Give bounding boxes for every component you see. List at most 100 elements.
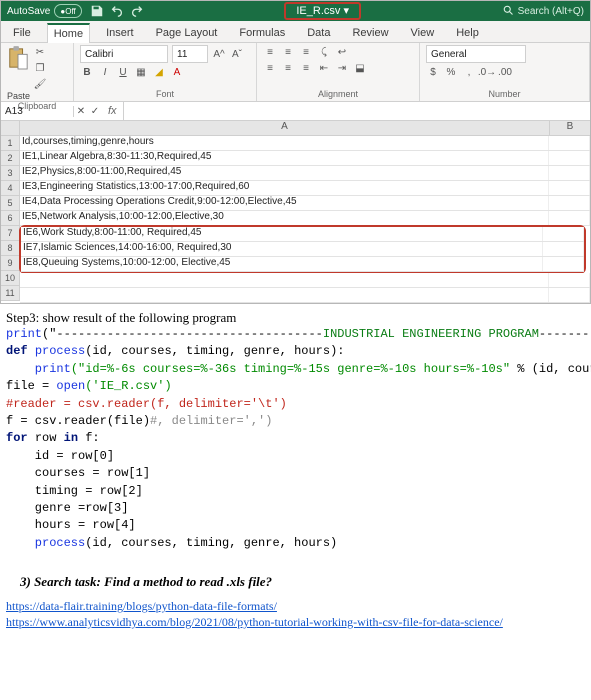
- spreadsheet-grid: 1 2 3 4 5 6 7 8 9 10 11 Id,courses,timin…: [1, 136, 590, 303]
- tab-file[interactable]: File: [7, 24, 37, 42]
- cell[interactable]: Id,courses,timing,genre,hours: [20, 136, 549, 150]
- link-analyticsvidhya[interactable]: https://www.analyticsvidhya.com/blog/202…: [6, 615, 503, 629]
- increase-font-icon[interactable]: A^: [212, 47, 226, 61]
- borders-icon[interactable]: ▦: [134, 65, 148, 79]
- cell[interactable]: IE3,Engineering Statistics,13:00-17:00,R…: [20, 181, 549, 195]
- row-num[interactable]: 4: [1, 181, 20, 196]
- merge-icon[interactable]: ⬓: [353, 61, 367, 75]
- copy-icon[interactable]: ❐: [33, 61, 47, 75]
- orientation-icon[interactable]: ⤹: [317, 45, 331, 59]
- increase-indent-icon[interactable]: ⇥: [335, 61, 349, 75]
- row-num[interactable]: 11: [1, 286, 20, 301]
- tab-page-layout[interactable]: Page Layout: [150, 24, 224, 42]
- enter-fx-icon[interactable]: ✓: [88, 104, 102, 118]
- italic-button[interactable]: I: [98, 65, 112, 79]
- cell[interactable]: IE5,Network Analysis,10:00-12:00,Electiv…: [20, 211, 549, 225]
- search-box[interactable]: Search (Alt+Q): [502, 4, 584, 19]
- table-row[interactable]: IE6,Work Study,8:00-11:00, Required,45: [21, 227, 584, 242]
- col-B[interactable]: B: [550, 121, 590, 135]
- redo-icon[interactable]: [130, 4, 144, 18]
- font-color-icon[interactable]: A: [170, 65, 184, 79]
- undo-icon[interactable]: [110, 4, 124, 18]
- align-right-icon[interactable]: ≡: [299, 61, 313, 75]
- align-top-icon[interactable]: ≡: [263, 45, 277, 59]
- autosave-label: AutoSave: [7, 6, 50, 17]
- cell[interactable]: IE7,Islamic Sciences,14:00-16:00, Requir…: [21, 242, 543, 256]
- tab-help[interactable]: Help: [450, 24, 485, 42]
- code-block: print("---------------------------------…: [6, 326, 587, 552]
- ribbon: ✂ ❐ 🖌 Paste Clipboard Calibri 11 A^ Aˇ B…: [1, 43, 590, 102]
- row-num[interactable]: 2: [1, 151, 20, 166]
- cell[interactable]: IE4,Data Processing Operations Credit,9:…: [20, 196, 549, 210]
- title-bar: AutoSave ● Off IE_R.csv ▾ Search (Alt+Q): [1, 1, 590, 21]
- row-num[interactable]: 6: [1, 211, 20, 226]
- font-size-select[interactable]: 11: [172, 45, 208, 63]
- cell[interactable]: IE1,Linear Algebra,8:30-11:30,Required,4…: [20, 151, 549, 165]
- tab-review[interactable]: Review: [346, 24, 394, 42]
- table-row[interactable]: Id,courses,timing,genre,hours: [20, 136, 590, 151]
- tab-insert[interactable]: Insert: [100, 24, 140, 42]
- comma-icon[interactable]: ,: [462, 65, 476, 79]
- table-row[interactable]: [20, 273, 590, 288]
- search-icon: [502, 4, 514, 19]
- cell[interactable]: IE2,Physics,8:00-11:00,Required,45: [20, 166, 549, 180]
- save-icon[interactable]: [90, 4, 104, 18]
- row-num[interactable]: 8: [1, 241, 20, 256]
- group-clipboard: ✂ ❐ 🖌 Paste Clipboard: [1, 43, 74, 101]
- cut-icon[interactable]: ✂: [33, 45, 47, 59]
- table-row[interactable]: IE2,Physics,8:00-11:00,Required,45: [20, 166, 590, 181]
- tab-view[interactable]: View: [405, 24, 441, 42]
- ribbon-tabs: File Home Insert Page Layout Formulas Da…: [1, 21, 590, 43]
- align-bottom-icon[interactable]: ≡: [299, 45, 313, 59]
- row-num[interactable]: 1: [1, 136, 20, 151]
- font-name-select[interactable]: Calibri: [80, 45, 168, 63]
- tab-data[interactable]: Data: [301, 24, 336, 42]
- table-row[interactable]: [20, 288, 590, 303]
- decrease-decimal-icon[interactable]: .00: [498, 65, 512, 79]
- cell[interactable]: IE8,Queuing Systems,10:00-12:00, Electiv…: [21, 257, 543, 271]
- decrease-font-icon[interactable]: Aˇ: [230, 47, 244, 61]
- fill-color-icon[interactable]: ◢: [152, 65, 166, 79]
- link-dataflair[interactable]: https://data-flair.training/blogs/python…: [6, 599, 277, 613]
- row-num[interactable]: 9: [1, 256, 20, 271]
- formula-input[interactable]: [123, 102, 590, 120]
- column-headers: A B: [1, 121, 590, 136]
- number-format-select[interactable]: General: [426, 45, 526, 63]
- paste-icon[interactable]: [7, 45, 29, 71]
- increase-decimal-icon[interactable]: .0→: [480, 65, 494, 79]
- col-A[interactable]: A: [20, 121, 550, 135]
- document-body: Step3: show result of the following prog…: [0, 304, 591, 640]
- cell[interactable]: [20, 273, 549, 287]
- bold-button[interactable]: B: [80, 65, 94, 79]
- percent-icon[interactable]: %: [444, 65, 458, 79]
- table-row[interactable]: IE1,Linear Algebra,8:30-11:30,Required,4…: [20, 151, 590, 166]
- autosave-state: ● Off: [54, 4, 81, 18]
- table-row[interactable]: IE7,Islamic Sciences,14:00-16:00, Requir…: [21, 242, 584, 257]
- decrease-indent-icon[interactable]: ⇤: [317, 61, 331, 75]
- currency-icon[interactable]: $: [426, 65, 440, 79]
- cancel-fx-icon[interactable]: ✕: [74, 104, 88, 118]
- wrap-text-icon[interactable]: ↩: [335, 45, 349, 59]
- number-group-label: Number: [426, 89, 583, 101]
- table-row[interactable]: IE5,Network Analysis,10:00-12:00,Electiv…: [20, 211, 590, 226]
- name-box[interactable]: A13: [1, 106, 74, 117]
- table-row[interactable]: IE8,Queuing Systems,10:00-12:00, Electiv…: [21, 257, 584, 272]
- tab-formulas[interactable]: Formulas: [233, 24, 291, 42]
- autosave-toggle[interactable]: AutoSave ● Off: [7, 4, 82, 18]
- table-row[interactable]: IE4,Data Processing Operations Credit,9:…: [20, 196, 590, 211]
- row-num[interactable]: 3: [1, 166, 20, 181]
- row-numbers: 1 2 3 4 5 6 7 8 9 10 11: [1, 136, 20, 303]
- format-painter-icon[interactable]: 🖌: [33, 77, 47, 91]
- fx-icon[interactable]: fx: [102, 105, 123, 117]
- align-left-icon[interactable]: ≡: [263, 61, 277, 75]
- align-center-icon[interactable]: ≡: [281, 61, 295, 75]
- underline-button[interactable]: U: [116, 65, 130, 79]
- cell[interactable]: IE6,Work Study,8:00-11:00, Required,45: [21, 227, 543, 241]
- row-num[interactable]: 5: [1, 196, 20, 211]
- table-row[interactable]: IE3,Engineering Statistics,13:00-17:00,R…: [20, 181, 590, 196]
- cell[interactable]: [20, 288, 549, 302]
- row-num[interactable]: 10: [1, 271, 20, 286]
- tab-home[interactable]: Home: [47, 23, 90, 43]
- align-middle-icon[interactable]: ≡: [281, 45, 295, 59]
- row-num[interactable]: 7: [1, 226, 20, 241]
